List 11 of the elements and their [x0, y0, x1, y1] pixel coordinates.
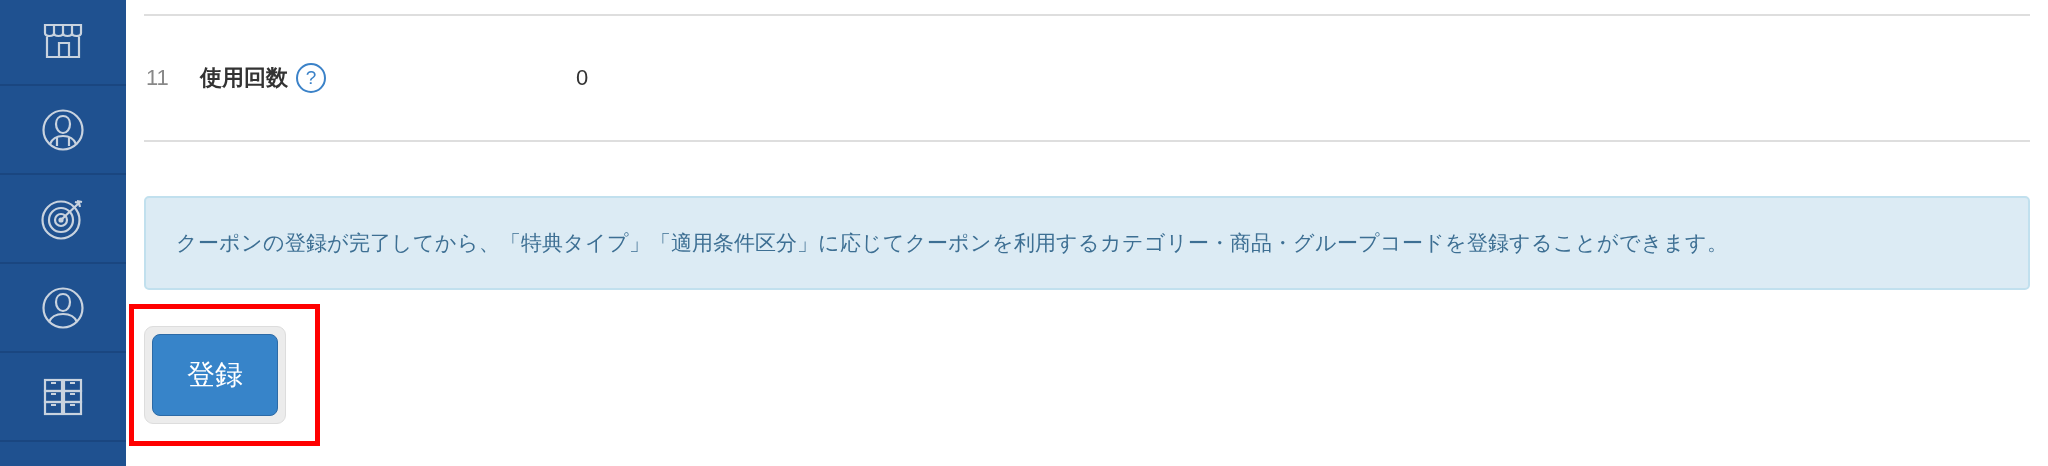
- user-icon[interactable]: [42, 108, 84, 151]
- row-number: 11: [145, 65, 170, 91]
- field-value: 0: [576, 65, 589, 91]
- field-label: 使用回数: [200, 64, 288, 92]
- target-icon[interactable]: [41, 197, 85, 240]
- user-icon[interactable]: [42, 286, 84, 329]
- help-icon[interactable]: ?: [296, 63, 326, 93]
- drawers-icon[interactable]: [43, 377, 83, 416]
- store-icon[interactable]: [43, 22, 83, 59]
- register-button[interactable]: 登録: [152, 334, 278, 416]
- info-alert: クーポンの登録が完了してから、「特典タイプ」「適用条件区分」に応じてクーポンを利用するカテゴリー・商品・グループコードを登録することができます。: [144, 196, 2030, 290]
